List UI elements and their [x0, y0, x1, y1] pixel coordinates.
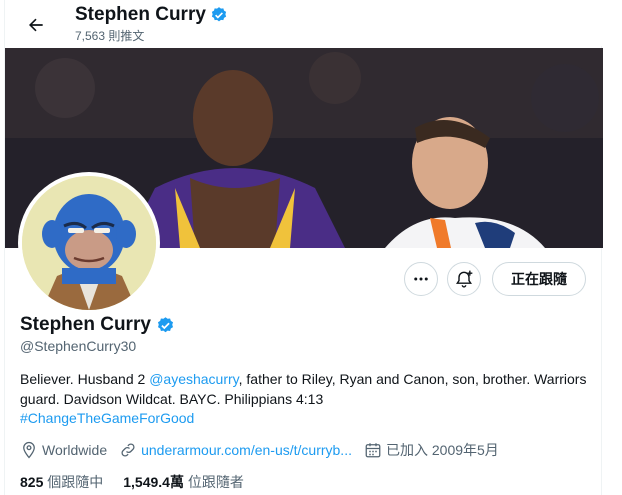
- profile-column: Stephen Curry 7,563 則推文 正在跟隨 Stephen Cur…: [4, 0, 603, 495]
- followers-label: 位跟隨者: [187, 474, 244, 490]
- bio-text-1: Believer. Husband 2: [20, 371, 150, 387]
- location-pin-icon: [23, 441, 35, 459]
- profile-bio: Believer. Husband 2 @ayeshacurry, father…: [20, 370, 590, 429]
- top-bar: Stephen Curry 7,563 則推文: [5, 0, 603, 46]
- header-title: Stephen Curry: [75, 4, 228, 26]
- back-button[interactable]: [19, 8, 53, 42]
- following-label: 個跟隨中: [47, 474, 104, 490]
- more-button[interactable]: [404, 262, 438, 296]
- arrow-left-icon: [29, 18, 43, 32]
- location-text: Worldwide: [42, 442, 108, 458]
- following-count: 825: [20, 474, 44, 490]
- location-item: Worldwide: [20, 441, 107, 459]
- following-stat[interactable]: 825 個跟隨中: [20, 472, 103, 492]
- tweet-count: 7,563 則推文: [75, 29, 145, 43]
- following-button[interactable]: 正在跟隨: [492, 262, 586, 296]
- follow-stats: 825 個跟隨中 1,549.4萬 位跟隨者: [20, 472, 244, 492]
- joined-text: 已加入 2009年5月: [385, 442, 499, 458]
- bell-plus-icon: [456, 270, 473, 288]
- profile-name: Stephen Curry: [20, 314, 151, 335]
- verified-badge-icon: [157, 316, 173, 332]
- profile-meta: Worldwide underarmour.com/en-us/t/curryb…: [20, 440, 511, 460]
- calendar-icon: [365, 443, 381, 458]
- followers-count: 1,549.4萬: [123, 474, 184, 490]
- more-dots-icon: [414, 277, 428, 281]
- avatar: [22, 176, 156, 310]
- followers-stat[interactable]: 1,549.4萬 位跟隨者: [123, 472, 244, 492]
- verified-badge-icon: [211, 7, 227, 22]
- avatar-frame[interactable]: [18, 172, 160, 314]
- bio-hashtag-link[interactable]: #ChangeTheGameForGood: [20, 410, 194, 426]
- website-item: underarmour.com/en-us/t/curryb...: [119, 441, 352, 459]
- bio-mention-link[interactable]: @ayeshacurry: [149, 371, 238, 387]
- profile-handle: @StephenCurry30: [20, 338, 137, 354]
- notify-button[interactable]: [447, 262, 481, 296]
- profile-name-row: Stephen Curry: [20, 314, 175, 336]
- website-link[interactable]: underarmour.com/en-us/t/curryb...: [141, 442, 352, 458]
- header-name: Stephen Curry: [75, 4, 206, 25]
- bored-ape-avatar-image: [22, 176, 156, 310]
- joined-item: 已加入 2009年5月: [364, 440, 499, 460]
- link-icon: [121, 443, 135, 457]
